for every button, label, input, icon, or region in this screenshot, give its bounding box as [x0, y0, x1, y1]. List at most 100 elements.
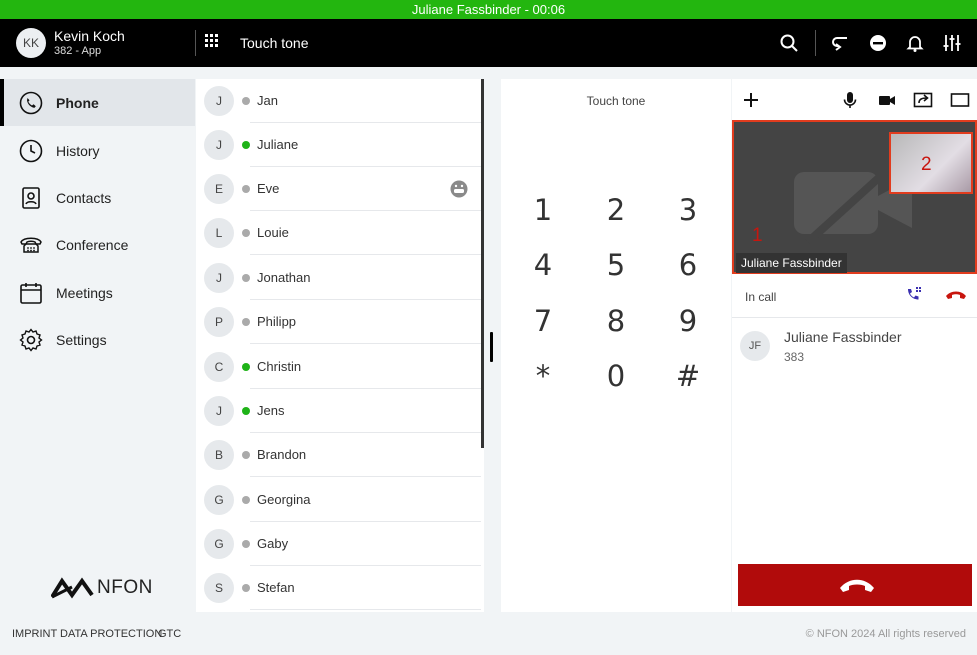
- list-item[interactable]: S Stefan: [196, 566, 481, 610]
- list-item[interactable]: P Philipp: [196, 300, 481, 344]
- dialpad-title: Touch tone: [586, 94, 646, 108]
- avatar: J: [204, 263, 234, 293]
- avatar: B: [204, 440, 234, 470]
- contact-name: Juliane: [257, 137, 299, 152]
- dial-key-4[interactable]: 4: [513, 243, 573, 287]
- user-extension: 382 - App: [54, 45, 102, 57]
- gtc-link[interactable]: GTC: [158, 628, 181, 640]
- presence-dot: [242, 185, 250, 193]
- page-title: Touch tone: [240, 35, 309, 51]
- dial-key-8[interactable]: 8: [586, 299, 646, 343]
- self-view-pip[interactable]: 2: [889, 132, 973, 194]
- dial-key-0[interactable]: 0: [586, 354, 646, 398]
- dial-key-5[interactable]: 5: [586, 243, 646, 287]
- sliders-icon[interactable]: [942, 33, 962, 53]
- avatar: J: [204, 130, 234, 160]
- presence-dot: [242, 540, 250, 548]
- call-status: In call: [745, 290, 777, 304]
- dial-key-2[interactable]: 2: [586, 188, 646, 232]
- divider: [815, 30, 816, 56]
- list-item[interactable]: L Louie: [196, 211, 481, 255]
- conference-phone-icon: [20, 237, 42, 253]
- peer-name: Juliane Fassbinder: [784, 329, 902, 345]
- sidebar-item-history[interactable]: History: [0, 127, 195, 174]
- dial-key-3[interactable]: 3: [658, 188, 718, 232]
- footer: IMPRINT DATA PROTECTION GTC © NFON 2024 …: [0, 612, 977, 655]
- avatar: G: [204, 485, 234, 515]
- hangup-icon[interactable]: [945, 288, 967, 302]
- dial-key-7[interactable]: 7: [513, 299, 573, 343]
- avatar: J: [204, 86, 234, 116]
- dial-key-star[interactable]: *: [513, 354, 573, 398]
- calendar-icon: [20, 283, 42, 304]
- sidebar-item-label: Phone: [56, 95, 99, 111]
- sidebar-item-conference[interactable]: Conference: [0, 221, 195, 268]
- call-forward-icon[interactable]: [831, 33, 851, 53]
- list-item[interactable]: J Jonathan: [196, 256, 481, 300]
- list-item[interactable]: G Gaby: [196, 522, 481, 566]
- sidebar-item-meetings[interactable]: Meetings: [0, 269, 195, 316]
- logo-text: NFON: [97, 577, 153, 598]
- video-view[interactable]: 1 Juliane Fassbinder 2: [732, 120, 977, 274]
- video-caller-name: Juliane Fassbinder: [736, 253, 847, 273]
- contact-name: Jonathan: [257, 270, 311, 285]
- contact-name: Georgina: [257, 492, 311, 507]
- dial-key-hash[interactable]: #: [658, 354, 718, 398]
- data-protection-link[interactable]: DATA PROTECTION: [60, 628, 162, 640]
- sidebar-item-settings[interactable]: Settings: [0, 316, 195, 363]
- contact-name: Brandon: [257, 447, 307, 462]
- list-item[interactable]: G Georgina: [196, 478, 481, 522]
- contact-name: Stefan: [257, 580, 295, 595]
- contact-name: Gaby: [257, 536, 289, 551]
- emoji-icon: [450, 180, 468, 198]
- video-camera-icon[interactable]: [877, 90, 897, 110]
- dialpad-phone-icon[interactable]: [906, 286, 924, 304]
- microphone-icon[interactable]: [840, 90, 860, 110]
- call-panel: 1 Juliane Fassbinder 2 In call JF Julian…: [732, 79, 977, 612]
- sidebar-item-label: Settings: [56, 332, 107, 348]
- divider: [195, 30, 196, 56]
- divider: [732, 317, 977, 318]
- fullscreen-icon[interactable]: [950, 90, 970, 110]
- dialpad-panel: Touch tone 1 2 3 4 5 6 7 8 9 * 0 #: [501, 79, 731, 612]
- search-icon[interactable]: [779, 33, 799, 53]
- active-call-bar[interactable]: Juliane Fassbinder - 00:06: [0, 0, 977, 19]
- contact-list: J Jan J Juliane E Eve L Louie J Jonathan…: [196, 79, 484, 612]
- user-avatar[interactable]: KK: [16, 28, 46, 58]
- list-item[interactable]: C Christin: [196, 345, 481, 389]
- screen-share-icon[interactable]: [913, 90, 933, 110]
- avatar: S: [204, 573, 234, 603]
- sidebar: Phone History Contacts Conference Meetin…: [0, 79, 195, 612]
- sidebar-item-contacts[interactable]: Contacts: [0, 174, 195, 221]
- sidebar-item-label: Meetings: [56, 285, 113, 301]
- bell-icon[interactable]: [905, 33, 925, 53]
- panel-resize-handle[interactable]: [490, 332, 493, 362]
- do-not-disturb-icon[interactable]: [868, 33, 888, 53]
- presence-dot: [242, 141, 250, 149]
- avatar: JF: [740, 331, 770, 361]
- presence-dot: [242, 451, 250, 459]
- list-item[interactable]: J Jens: [196, 389, 481, 433]
- scrollbar[interactable]: [481, 79, 484, 448]
- presence-dot: [242, 363, 250, 371]
- end-call-button[interactable]: [738, 564, 972, 606]
- dial-key-1[interactable]: 1: [513, 188, 573, 232]
- sidebar-item-label: History: [56, 143, 100, 159]
- clock-icon: [19, 139, 43, 163]
- list-item[interactable]: J Juliane: [196, 123, 481, 167]
- add-icon[interactable]: [741, 90, 761, 110]
- presence-dot: [242, 97, 250, 105]
- list-item[interactable]: E Eve: [196, 167, 481, 211]
- imprint-link[interactable]: IMPRINT: [12, 628, 57, 640]
- dial-key-9[interactable]: 9: [658, 299, 718, 343]
- list-item[interactable]: B Brandon: [196, 433, 481, 477]
- annotation-marker: 1: [752, 225, 763, 246]
- peer-extension: 383: [784, 350, 805, 364]
- copyright-text: © NFON 2024 All rights reserved: [805, 628, 966, 640]
- sidebar-item-phone[interactable]: Phone: [0, 79, 195, 126]
- phone-icon: [19, 91, 43, 115]
- list-item[interactable]: J Jan: [196, 79, 481, 123]
- contact-name: Jan: [257, 93, 278, 108]
- dial-key-6[interactable]: 6: [658, 243, 718, 287]
- user-name: Kevin Koch: [54, 28, 125, 44]
